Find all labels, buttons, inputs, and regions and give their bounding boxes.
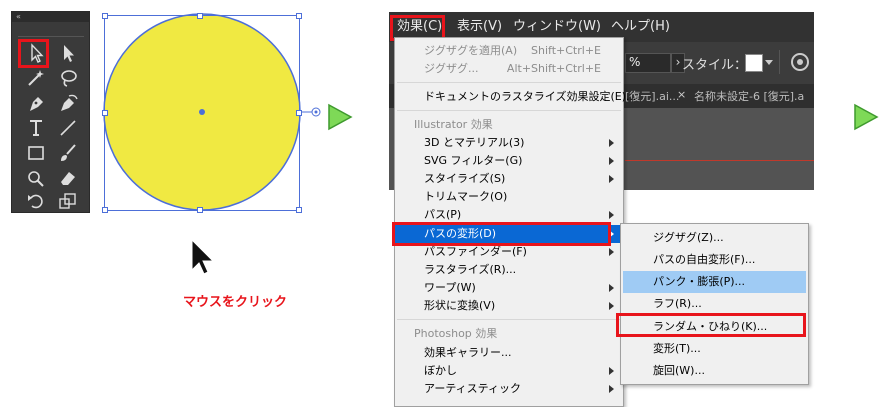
submenu-arrow-icon bbox=[609, 211, 614, 219]
resize-handle[interactable] bbox=[102, 110, 108, 116]
line-segment-tool-icon[interactable] bbox=[56, 117, 80, 139]
paintbrush-tool-icon[interactable] bbox=[56, 142, 80, 164]
submenu-item-pucker-bloat[interactable]: パンク・膨張(P)... bbox=[623, 271, 806, 293]
submenu-item-transform[interactable]: 変形(T)... bbox=[623, 338, 806, 360]
close-tab-icon[interactable]: × bbox=[677, 88, 686, 101]
submenu-arrow-icon bbox=[609, 302, 614, 310]
resize-handle[interactable] bbox=[296, 13, 302, 19]
resize-handle[interactable] bbox=[102, 207, 108, 213]
submenu-item-free-distort[interactable]: パスの自由変形(F)... bbox=[623, 249, 806, 271]
submenu-arrow-icon bbox=[609, 367, 614, 375]
submenu-item-roughen[interactable]: ラフ(R)... bbox=[623, 293, 806, 315]
menu-item-raster-settings[interactable]: ドキュメントのラスタライズ効果設定(E)... bbox=[395, 88, 636, 106]
doc-tab-2[interactable]: 名称未設定-6 [復元].a bbox=[694, 88, 804, 104]
pen-tool-icon[interactable] bbox=[24, 92, 48, 114]
selection-tool-highlight bbox=[18, 39, 49, 68]
rectangle-tool-icon[interactable] bbox=[24, 142, 48, 164]
style-dropdown-icon[interactable] bbox=[765, 60, 773, 65]
style-label: スタイル： bbox=[682, 58, 748, 73]
submenu-arrow-icon bbox=[609, 139, 614, 147]
menu-header-photoshop: Photoshop 効果 bbox=[414, 327, 498, 340]
step-arrow-icon bbox=[854, 103, 879, 131]
opacity-field[interactable]: % bbox=[625, 53, 671, 73]
mouse-cursor-icon bbox=[191, 238, 215, 275]
menu-item-blur[interactable]: ぼかし bbox=[395, 362, 623, 380]
submenu-arrow-icon bbox=[609, 248, 614, 256]
resize-handle[interactable] bbox=[197, 207, 203, 213]
resize-handle[interactable] bbox=[296, 207, 302, 213]
rotate-tool-icon[interactable] bbox=[24, 190, 48, 212]
artboard-edge bbox=[625, 160, 814, 161]
resize-handle[interactable] bbox=[296, 110, 302, 116]
submenu-arrow-icon bbox=[609, 157, 614, 165]
menu-item-artistic[interactable]: アーティスティック bbox=[395, 380, 623, 398]
step-arrow-icon bbox=[328, 103, 353, 131]
direct-selection-tool-icon[interactable] bbox=[56, 42, 80, 64]
panel-divider bbox=[18, 36, 84, 37]
distort-transform-submenu: ジグザグ(Z)... パスの自由変形(F)... パンク・膨張(P)... ラフ… bbox=[620, 223, 809, 385]
submenu-item-zigzag[interactable]: ジグザグ(Z)... bbox=[623, 227, 806, 249]
eraser-tool-icon[interactable] bbox=[56, 167, 80, 189]
menu-item-convert-shape[interactable]: 形状に変換(V) bbox=[395, 297, 623, 315]
menu-item-effect-gallery[interactable]: 効果ギャラリー... bbox=[395, 344, 623, 362]
submenu-arrow-icon bbox=[609, 175, 614, 183]
menu-item-trim-marks[interactable]: トリムマーク(O) bbox=[395, 188, 623, 206]
distort-transform-highlight bbox=[392, 222, 611, 246]
bounding-box bbox=[102, 13, 302, 213]
submenu-arrow-icon bbox=[609, 284, 614, 292]
recolor-icon[interactable] bbox=[789, 51, 811, 73]
shaper-tool-icon[interactable] bbox=[24, 167, 48, 189]
tweak-highlight bbox=[616, 313, 806, 337]
type-tool-icon[interactable] bbox=[24, 117, 48, 139]
menu-item-3d[interactable]: 3D とマテリアル(3) bbox=[395, 134, 623, 152]
menu-item-svg-filter[interactable]: SVG フィルター(G) bbox=[395, 152, 623, 170]
style-swatch[interactable] bbox=[745, 54, 763, 72]
collapse-panel-icon[interactable]: « bbox=[12, 12, 89, 22]
menu-header-illustrator: Illustrator 効果 bbox=[414, 118, 493, 131]
menu-item-stylize[interactable]: スタイライズ(S) bbox=[395, 170, 623, 188]
curvature-tool-icon[interactable] bbox=[56, 92, 80, 114]
resize-handle[interactable] bbox=[102, 13, 108, 19]
lasso-tool-icon[interactable] bbox=[56, 67, 80, 89]
magic-wand-tool-icon[interactable] bbox=[24, 67, 48, 89]
menu-item-warp[interactable]: ワープ(W) bbox=[395, 279, 623, 297]
free-transform-tool-icon[interactable] bbox=[56, 190, 80, 212]
click-caption: マウスをクリック bbox=[182, 295, 287, 310]
submenu-arrow-icon bbox=[609, 385, 614, 393]
menu-item-zigzag[interactable]: ジグザグ... Alt+Shift+Ctrl+E bbox=[395, 60, 623, 78]
submenu-item-twist[interactable]: 旋回(W)... bbox=[623, 360, 806, 382]
menu-item-apply-zigzag[interactable]: ジグザグを適用(A) Shift+Ctrl+E bbox=[395, 42, 623, 60]
menu-item-rasterize[interactable]: ラスタライズ(R)... bbox=[395, 261, 623, 279]
resize-handle[interactable] bbox=[197, 13, 203, 19]
